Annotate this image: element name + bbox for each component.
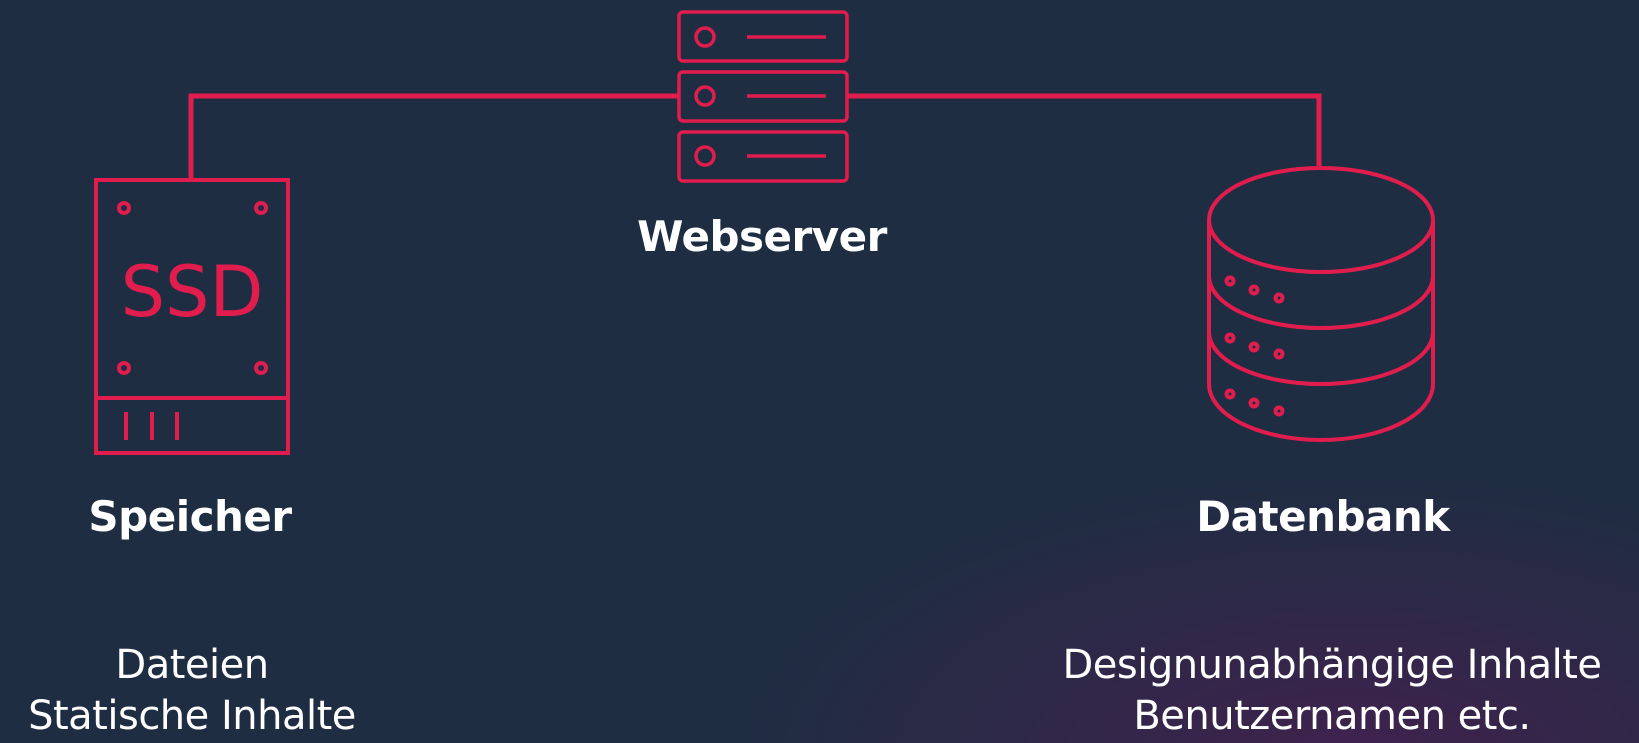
database-cylinder-icon [1207, 166, 1435, 442]
connector-webserver-database [847, 93, 1322, 166]
connector-lines [188, 93, 1322, 178]
database-description: Designunabhängige Inhalte Benutzernamen … [1062, 640, 1602, 742]
ssd-icon-text: SSD [121, 251, 264, 333]
webserver-label: Webserver [637, 212, 887, 261]
database-description-line-1: Designunabhängige Inhalte [1062, 642, 1602, 688]
ssd-drive-icon: SSD [94, 178, 290, 455]
storage-description-line-2: Statische Inhalte [28, 693, 356, 739]
database-label: Datenbank [1196, 492, 1450, 541]
architecture-diagram: SSD [94, 10, 1435, 455]
connector-webserver-storage [188, 93, 679, 178]
storage-description: Dateien Statische Inhalte [28, 640, 356, 742]
database-description-line-2: Benutzernamen etc. [1133, 693, 1531, 739]
server-rack-icon [677, 10, 849, 183]
storage-label: Speicher [88, 492, 292, 541]
storage-description-line-1: Dateien [115, 642, 269, 688]
